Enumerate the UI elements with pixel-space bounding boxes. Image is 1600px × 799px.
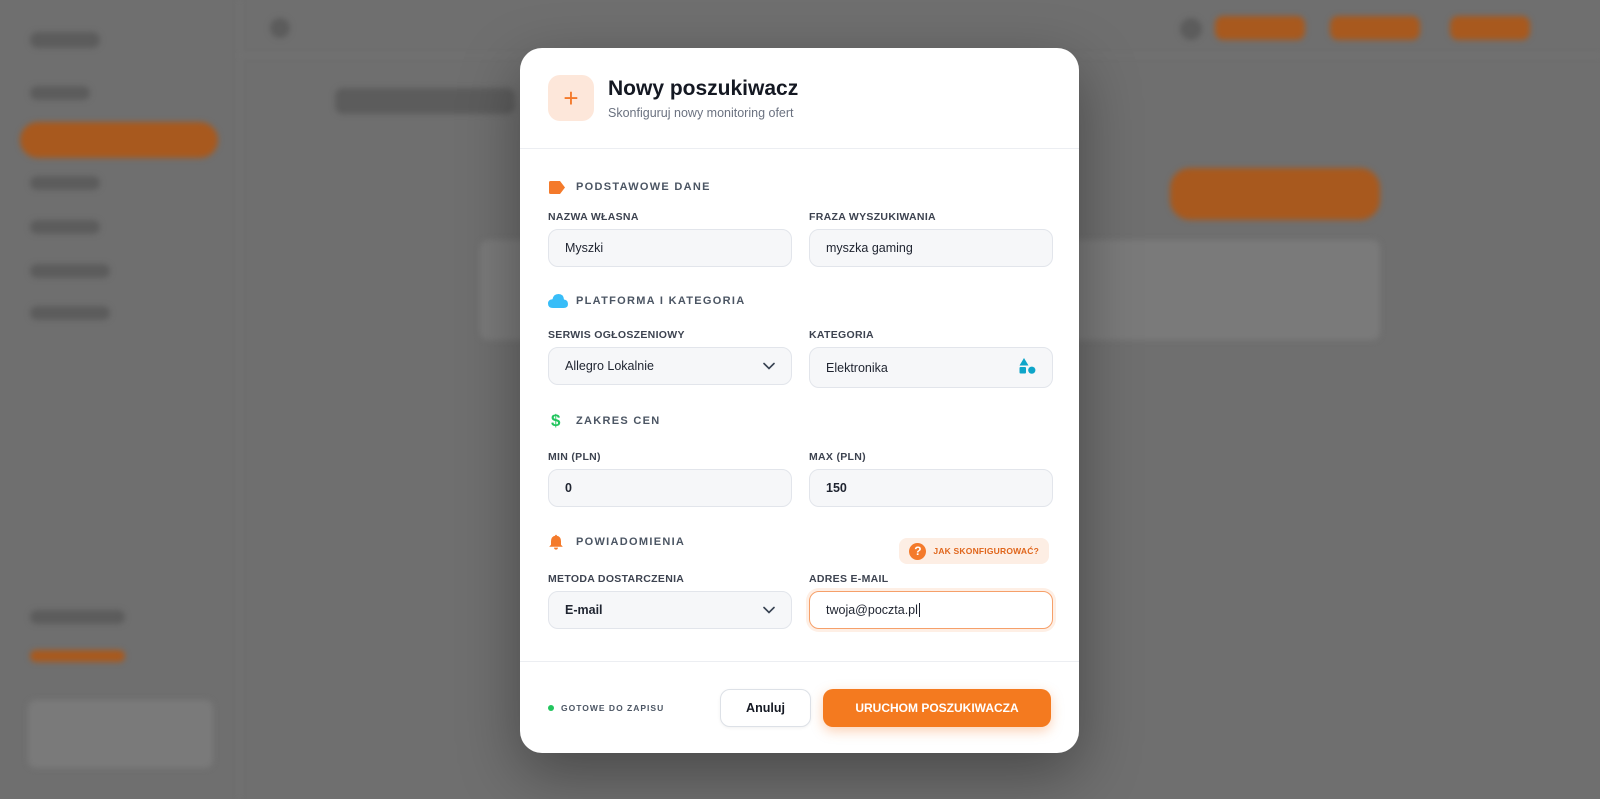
- section-notifications-header: POWIADOMIENIA: [548, 532, 685, 552]
- question-icon: ?: [909, 542, 927, 560]
- name-label: NAZWA WŁASNA: [548, 211, 639, 223]
- service-label: SERWIS OGŁOSZENIOWY: [548, 329, 685, 341]
- bell-icon: [548, 534, 570, 550]
- max-price-label: MAX (PLN): [809, 451, 866, 463]
- section-platform-header: PLATFORMA I KATEGORIA: [548, 291, 745, 311]
- chevron-down-icon: [763, 359, 775, 373]
- delivery-method-label: METODA DOSTARCZENIA: [548, 573, 685, 585]
- name-input[interactable]: Myszki: [548, 229, 792, 267]
- section-price-header: $ ZAKRES CEN: [548, 411, 661, 431]
- section-notifications-title: POWIADOMIENIA: [576, 536, 686, 548]
- modal-footer: GOTOWE DO ZAPISU Anuluj URUCHOM POSZUKIW…: [520, 661, 1079, 753]
- phrase-field-group: FRAZA WYSZUKIWANIA myszka gaming: [809, 211, 1053, 267]
- section-basic-header: PODSTAWOWE DANE: [548, 177, 711, 197]
- email-input[interactable]: twoja@poczta.pl: [809, 591, 1053, 629]
- plus-icon: +: [548, 75, 594, 121]
- how-to-configure-button[interactable]: ? JAK SKONFIGUROWAĆ?: [899, 538, 1049, 564]
- ready-status: GOTOWE DO ZAPISU: [548, 703, 664, 713]
- min-price-field-group: MIN (PLN) 0: [548, 451, 792, 507]
- shapes-icon: [1019, 358, 1036, 377]
- status-dot-icon: [548, 704, 554, 711]
- new-searcher-modal: + Nowy poszukiwacz Skonfiguruj nowy moni…: [520, 48, 1079, 753]
- max-price-field-group: MAX (PLN) 150: [809, 451, 1053, 507]
- section-price-title: ZAKRES CEN: [576, 415, 661, 427]
- tag-icon: [548, 180, 570, 194]
- how-to-configure-label: JAK SKONFIGUROWAĆ?: [933, 546, 1039, 556]
- service-select[interactable]: Allegro Lokalnie: [548, 347, 792, 385]
- status-text: GOTOWE DO ZAPISU: [561, 702, 665, 713]
- delivery-method-value: E-mail: [565, 603, 603, 617]
- dollar-icon: $: [551, 411, 561, 430]
- category-select[interactable]: Elektronika: [809, 347, 1053, 388]
- modal-body: PODSTAWOWE DANE NAZWA WŁASNA Myszki FRAZ…: [520, 149, 1079, 661]
- phrase-label: FRAZA WYSZUKIWANIA: [809, 211, 936, 223]
- name-value: Myszki: [565, 241, 604, 255]
- section-platform-title: PLATFORMA I KATEGORIA: [576, 295, 746, 307]
- section-basic-title: PODSTAWOWE DANE: [576, 181, 711, 193]
- background-sidebar: [0, 0, 240, 799]
- min-price-value: 0: [565, 481, 572, 495]
- max-price-value: 150: [826, 481, 847, 495]
- email-label: ADRES E-MAIL: [809, 573, 889, 585]
- cancel-button[interactable]: Anuluj: [720, 688, 811, 727]
- email-field-group: ADRES E-MAIL twoja@poczta.pl: [809, 573, 1053, 629]
- modal-subtitle: Skonfiguruj nowy monitoring ofert: [608, 105, 794, 120]
- text-caret: [918, 603, 920, 617]
- max-price-input[interactable]: 150: [809, 469, 1053, 507]
- phrase-value: myszka gaming: [826, 241, 913, 255]
- email-value: twoja@poczta.pl: [826, 603, 918, 617]
- phrase-input[interactable]: myszka gaming: [809, 229, 1053, 267]
- modal-header: + Nowy poszukiwacz Skonfiguruj nowy moni…: [520, 48, 1079, 149]
- category-field-group: KATEGORIA Elektronika: [809, 329, 1053, 388]
- start-searcher-button[interactable]: URUCHOM POSZUKIWACZA: [823, 688, 1051, 727]
- category-value: Elektronika: [826, 360, 888, 375]
- modal-title: Nowy poszukiwacz: [608, 76, 799, 100]
- service-field-group: SERWIS OGŁOSZENIOWY Allegro Lokalnie: [548, 329, 792, 385]
- chevron-down-icon: [763, 603, 775, 617]
- min-price-label: MIN (PLN): [548, 451, 601, 463]
- cloud-icon: [548, 294, 570, 308]
- name-field-group: NAZWA WŁASNA Myszki: [548, 211, 792, 267]
- delivery-method-field-group: METODA DOSTARCZENIA E-mail: [548, 573, 792, 629]
- service-value: Allegro Lokalnie: [565, 359, 654, 373]
- delivery-method-select[interactable]: E-mail: [548, 591, 792, 629]
- min-price-input[interactable]: 0: [548, 469, 792, 507]
- category-label: KATEGORIA: [809, 329, 874, 341]
